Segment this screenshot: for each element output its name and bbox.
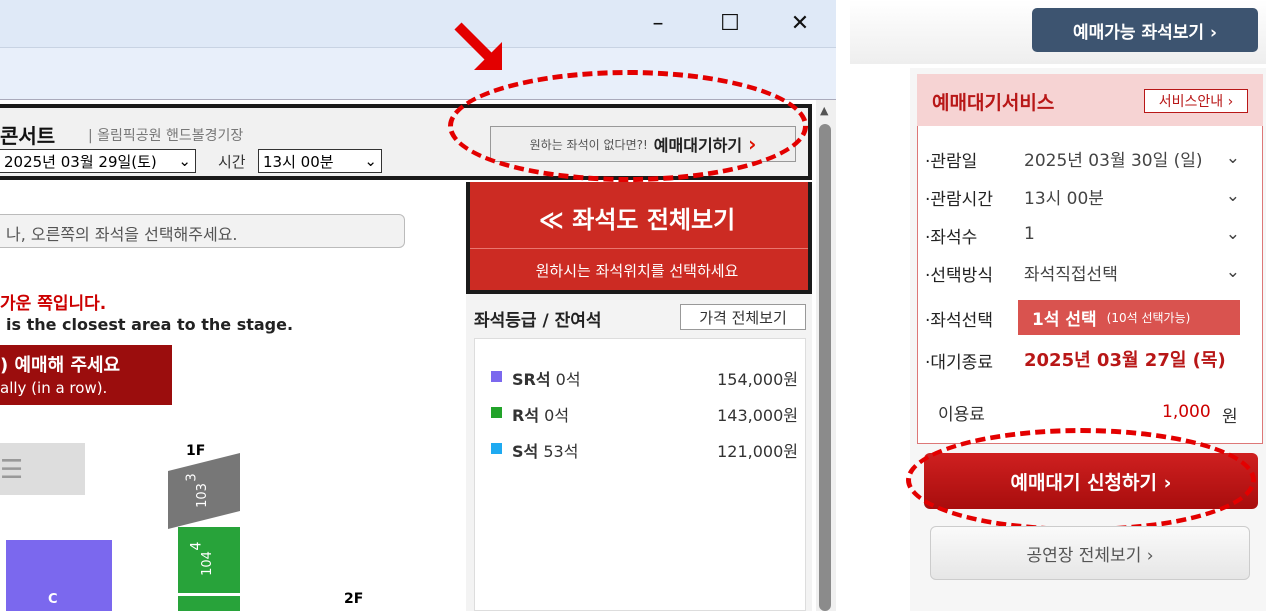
date-value: 2025년 03월 29일(토) <box>4 152 157 171</box>
panel-row-value: 13시 00분 <box>1024 188 1104 209</box>
grade-item: SR석 0석 <box>512 366 581 390</box>
scrollbar-thumb[interactable] <box>819 124 831 611</box>
maximize-button[interactable]: ☐ <box>700 0 760 47</box>
block-c-label: C <box>48 592 58 607</box>
warning-en: ally (in a row). <box>0 379 108 397</box>
fee-value: 1,000 <box>1162 402 1211 422</box>
service-info-button[interactable]: 서비스안내 › <box>1144 89 1248 113</box>
panel-row-select[interactable]: 1 ⌄ <box>1018 221 1246 247</box>
available-seats-button[interactable]: 예매가능 좌석보기 › <box>1032 8 1258 52</box>
chevron-down-icon: ⌄ <box>1225 186 1240 206</box>
chevron-down-icon: ⌄ <box>1225 224 1240 244</box>
panel-row-label: ·선택방식 <box>925 266 993 286</box>
panel-row-label: ·관람일 <box>925 152 978 172</box>
service-title: 예매대기서비스 <box>932 92 1055 114</box>
pointer-arrow-icon <box>454 22 502 70</box>
panel-row-value: 1 <box>1024 224 1035 244</box>
divider <box>470 248 808 249</box>
block-3-label: 3 <box>184 473 200 482</box>
notice-ko: 가운 쪽입니다. <box>0 294 107 314</box>
highlight-circle <box>448 70 808 182</box>
seat-select-button[interactable]: 1석 선택 (10석 선택가능) <box>1018 300 1240 335</box>
grade-remain: 0석 <box>544 406 570 425</box>
venue-all-button[interactable]: 공연장 전체보기 › <box>930 526 1250 580</box>
grade-name: SR석 <box>512 370 551 389</box>
panel-row-value: 좌석직접선택 <box>1024 264 1118 285</box>
grade-price: 121,000원 <box>717 442 798 461</box>
grade-remain: 53석 <box>543 442 579 461</box>
floor-2-label: 2F <box>344 591 364 607</box>
grade-price: 154,000원 <box>717 370 798 389</box>
concert-title: 콘서트 <box>0 124 56 148</box>
panel-row-label: ·관람시간 <box>925 190 993 210</box>
fee-label: 이용료 <box>938 405 985 425</box>
seat-block-green[interactable] <box>178 596 240 611</box>
grade-name: R석 <box>512 406 540 425</box>
fee-unit: 원 <box>1222 407 1238 427</box>
seatmap-title[interactable]: ≪ 좌석도 전체보기 <box>466 200 808 235</box>
stage-menu-icon: ☰ <box>0 455 24 485</box>
grade-price: 143,000원 <box>717 406 798 425</box>
block-104-label: 104 <box>199 551 215 576</box>
grade-name: S석 <box>512 442 539 461</box>
grade-title: 좌석등급 / 잔여석 <box>474 311 602 331</box>
end-value: 2025년 03월 27일 (목) <box>1024 350 1226 371</box>
panel-row-select[interactable]: 2025년 03월 30일 (일) ⌄ <box>1018 145 1246 171</box>
grade-remain: 0석 <box>555 370 581 389</box>
chevron-down-icon: ⌄ <box>1225 262 1240 282</box>
grade-color-icon <box>491 407 502 418</box>
seat-select-label: ·좌석선택 <box>925 311 993 331</box>
grade-item: S석 53석 <box>512 438 578 462</box>
seatmap-subtitle: 원하시는 좌석위치를 선택하세요 <box>535 262 739 280</box>
seat-select-value: 1석 선택 <box>1032 310 1097 330</box>
time-select[interactable]: 13시 00분 ⌄ <box>258 149 382 173</box>
close-button[interactable]: ✕ <box>770 0 830 47</box>
warning-box: ) 예매해 주세요 ally (in a row). <box>0 345 172 405</box>
end-label: ·대기종료 <box>925 353 993 373</box>
instruction-box: 나, 오른쪽의 좌석을 선택해주세요. <box>0 214 405 248</box>
minimize-button[interactable]: – <box>628 0 688 47</box>
seat-block-c[interactable] <box>6 540 112 611</box>
seat-select-note: (10석 선택가능) <box>1106 311 1191 325</box>
floor-1-label: 1F <box>186 443 206 459</box>
venue-name: | 올림픽공원 핸드볼경기장 <box>88 128 244 144</box>
panel-row-select[interactable]: 좌석직접선택 ⌄ <box>1018 259 1246 285</box>
grade-color-icon <box>491 443 502 454</box>
time-label: 시간 <box>218 153 246 171</box>
price-all-button[interactable]: 가격 전체보기 <box>680 304 806 330</box>
grade-color-icon <box>491 371 502 382</box>
grade-item: R석 0석 <box>512 402 569 426</box>
time-value: 13시 00분 <box>263 152 334 171</box>
block-103-label: 103 <box>194 483 210 508</box>
highlight-circle-2 <box>906 428 1256 532</box>
chevron-down-icon: ⌄ <box>364 152 377 170</box>
chevron-down-icon: ⌄ <box>178 152 191 170</box>
date-select[interactable]: 2025년 03월 29일(토) ⌄ <box>0 149 196 173</box>
notice-en: is the closest area to the stage. <box>6 315 294 334</box>
panel-row-label: ·좌석수 <box>925 228 978 248</box>
block-4-label: 4 <box>188 541 205 551</box>
warning-ko: ) 예매해 주세요 <box>0 355 121 376</box>
panel-row-value: 2025년 03월 30일 (일) <box>1024 150 1203 171</box>
panel-row-select[interactable]: 13시 00분 ⌄ <box>1018 183 1246 209</box>
scroll-up-icon[interactable]: ▲ <box>820 104 828 117</box>
chevron-down-icon: ⌄ <box>1225 148 1240 168</box>
